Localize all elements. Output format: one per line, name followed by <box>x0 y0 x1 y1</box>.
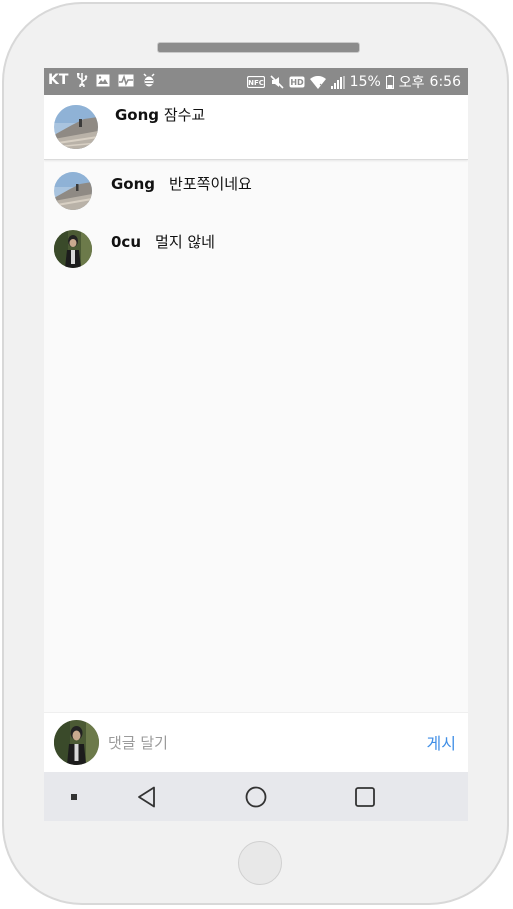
comment-username[interactable]: 0cu <box>111 233 141 251</box>
physical-home-button[interactable] <box>238 841 282 885</box>
status-bar: KT NFC HD 15% 오후 6:56 <box>44 68 468 95</box>
battery-icon <box>385 75 394 89</box>
screen: KT NFC HD 15% 오후 6:56 Gong 잠수교 Gong 반포쪽이… <box>44 68 468 821</box>
post-author-username[interactable]: Gong <box>115 106 159 124</box>
menu-icon[interactable] <box>62 772 86 821</box>
comment-item: 0cu 멀지 않네 <box>44 226 468 276</box>
wifi-icon <box>309 75 326 89</box>
svg-text:HD: HD <box>290 78 304 87</box>
mute-icon <box>270 75 284 89</box>
post-caption-text: 잠수교 <box>163 106 206 124</box>
comment-body: 멀지 않네 <box>155 233 215 251</box>
battery-percent: 15% <box>349 74 381 90</box>
carrier-label: KT <box>48 72 69 88</box>
status-right: NFC HD 15% 오후 6:56 <box>246 72 461 92</box>
signal-icon <box>330 75 345 89</box>
post-caption: Gong 잠수교 <box>115 104 205 125</box>
comment-item: Gong 반포쪽이네요 <box>44 168 468 218</box>
svg-text:NFC: NFC <box>248 79 264 87</box>
back-icon[interactable] <box>132 772 162 821</box>
image-icon <box>96 74 110 87</box>
comment-input-bar: 게시 <box>44 712 468 773</box>
ampm-label: 오후 <box>398 75 425 91</box>
comment-username[interactable]: Gong <box>111 175 155 193</box>
home-icon[interactable] <box>241 772 271 821</box>
comment-text: Gong 반포쪽이네요 <box>111 173 252 194</box>
comment-body: 반포쪽이네요 <box>169 175 252 193</box>
nfc-icon: NFC <box>246 76 265 88</box>
post-caption-header: Gong 잠수교 <box>44 95 468 160</box>
comment-avatar[interactable] <box>54 172 92 210</box>
status-left: KT <box>48 72 156 88</box>
navigation-bar <box>44 772 468 821</box>
bug-icon <box>142 73 156 87</box>
recents-icon[interactable] <box>350 772 380 821</box>
comment-text: 0cu 멀지 않네 <box>111 231 215 252</box>
comment-avatar[interactable] <box>54 230 92 268</box>
comment-input[interactable] <box>108 730 398 756</box>
phone-speaker <box>157 42 360 53</box>
current-user-avatar <box>54 720 99 765</box>
usb-icon <box>76 73 88 87</box>
hd-icon: HD <box>289 76 305 88</box>
post-author-avatar[interactable] <box>54 105 98 149</box>
post-comment-button[interactable]: 게시 <box>427 730 456 754</box>
activity-icon <box>118 74 134 87</box>
clock-time: 6:56 <box>429 74 461 90</box>
